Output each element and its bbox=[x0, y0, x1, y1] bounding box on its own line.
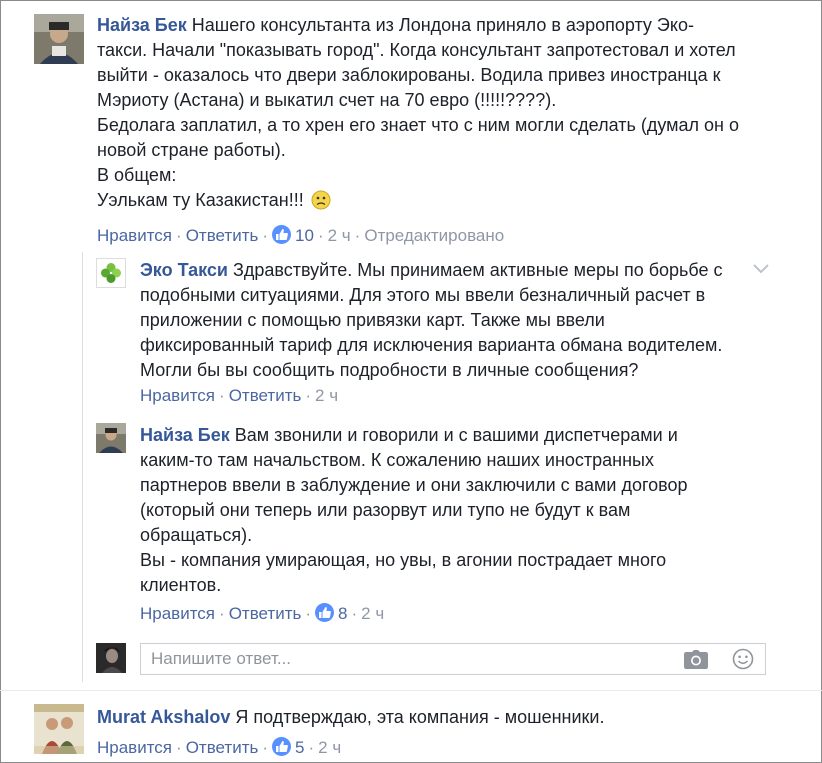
reply-link[interactable]: Ответить bbox=[186, 226, 259, 245]
reply-link[interactable]: Ответить bbox=[229, 604, 302, 623]
comment-body: Murat Akshalov Я подтверждаю, эта компан… bbox=[97, 705, 797, 730]
comment-line: Бедолага заплатил, а то хрен его знает ч… bbox=[97, 115, 739, 135]
comment-author[interactable]: Эко Такси bbox=[140, 260, 228, 280]
comment-line: партнеров ввели в заблуждение и они закл… bbox=[140, 475, 688, 495]
timestamp[interactable]: 2 ч bbox=[328, 226, 351, 245]
comment-author[interactable]: Murat Akshalov bbox=[97, 707, 230, 727]
comment-line: новой стране работы). bbox=[97, 140, 286, 160]
like-link[interactable]: Нравится bbox=[140, 386, 215, 405]
like-link[interactable]: Нравится bbox=[97, 738, 172, 757]
comment-line: фиксированный тариф для исключения вариа… bbox=[140, 335, 723, 355]
reply-input[interactable] bbox=[151, 649, 671, 669]
current-user-avatar bbox=[96, 643, 126, 673]
like-count[interactable]: 10 bbox=[295, 226, 314, 245]
thumbs-up-icon[interactable] bbox=[272, 225, 292, 244]
comment-line: выйти - оказалось что двери заблокирован… bbox=[97, 65, 721, 85]
like-link[interactable]: Нравится bbox=[97, 226, 172, 245]
edited-label[interactable]: Отредактировано bbox=[364, 226, 504, 245]
comment-actions: Нравится · Ответить · 5 · 2 ч bbox=[97, 737, 342, 757]
timestamp[interactable]: 2 ч bbox=[361, 604, 384, 623]
camera-icon[interactable] bbox=[684, 650, 708, 674]
comment-body: Найза Бек Нашего консультанта из Лондона… bbox=[97, 13, 797, 217]
avatar-naiza-bek[interactable] bbox=[34, 14, 84, 64]
reply-actions: Нравится · Ответить · 2 ч bbox=[140, 386, 339, 405]
smiley-icon[interactable] bbox=[732, 648, 754, 675]
smiley-frown-icon bbox=[311, 190, 331, 217]
comment-line: клиентов. bbox=[140, 575, 222, 595]
comment-line: В общем: bbox=[97, 165, 177, 185]
comment-line: Уэлькам ту Казакистан!!! bbox=[97, 190, 304, 210]
comment-line: обращаться). bbox=[140, 525, 253, 545]
comment-line: (который они теперь или разорвут или туп… bbox=[140, 500, 631, 520]
comment-line: Мэриоту (Астана) и выкатил счет на 70 ев… bbox=[97, 90, 557, 110]
thumbs-up-icon[interactable] bbox=[272, 737, 292, 756]
comment-line: приложении с помощью привязки карт. Такж… bbox=[140, 310, 605, 330]
comment-line: такси. Начали "показывать город". Когда … bbox=[97, 40, 736, 60]
timestamp[interactable]: 2 ч bbox=[318, 738, 341, 757]
comment-line: Нашего консультанта из Лондона приняло в… bbox=[191, 15, 694, 35]
avatar-murat-akshalov[interactable] bbox=[34, 704, 84, 754]
avatar-eco-taxi[interactable] bbox=[96, 258, 126, 288]
reply-body: Найза Бек Вам звонили и говорили и с ваш… bbox=[140, 423, 760, 598]
reply-link[interactable]: Ответить bbox=[229, 386, 302, 405]
comment-author[interactable]: Найза Бек bbox=[97, 15, 187, 35]
comment-divider bbox=[0, 690, 822, 691]
comment-line: каким-то там начальством. К сожалению на… bbox=[140, 450, 654, 470]
comment-line: подобными ситуациями. Для этого мы ввели… bbox=[140, 285, 706, 305]
reply-actions: Нравится · Ответить · 8 · 2 ч bbox=[140, 603, 385, 623]
reply-input-box[interactable] bbox=[140, 643, 766, 675]
comment-line: Здравствуйте. Мы принимаем активные меры… bbox=[233, 260, 723, 280]
comment-line: Вам звонили и говорили и с вашими диспет… bbox=[234, 425, 678, 445]
comment-line: Могли бы вы сообщить подробности в личны… bbox=[140, 360, 639, 380]
like-link[interactable]: Нравится bbox=[140, 604, 215, 623]
comment-actions: Нравится · Ответить · 10 · 2 ч · Отредактировано bbox=[97, 225, 505, 245]
timestamp[interactable]: 2 ч bbox=[315, 386, 338, 405]
comment-author[interactable]: Найза Бек bbox=[140, 425, 230, 445]
comment-line: Я подтверждаю, эта компания - мошенники. bbox=[235, 707, 605, 727]
avatar-naiza-bek[interactable] bbox=[96, 423, 126, 453]
thread-line bbox=[82, 252, 83, 682]
reply-body: Эко Такси Здравствуйте. Мы принимаем акт… bbox=[140, 258, 760, 383]
thumbs-up-icon[interactable] bbox=[315, 603, 335, 622]
like-count[interactable]: 8 bbox=[338, 604, 347, 623]
like-count[interactable]: 5 bbox=[295, 738, 304, 757]
reply-link[interactable]: Ответить bbox=[186, 738, 259, 757]
comment-line: Вы - компания умирающая, но увы, в агони… bbox=[140, 550, 667, 570]
